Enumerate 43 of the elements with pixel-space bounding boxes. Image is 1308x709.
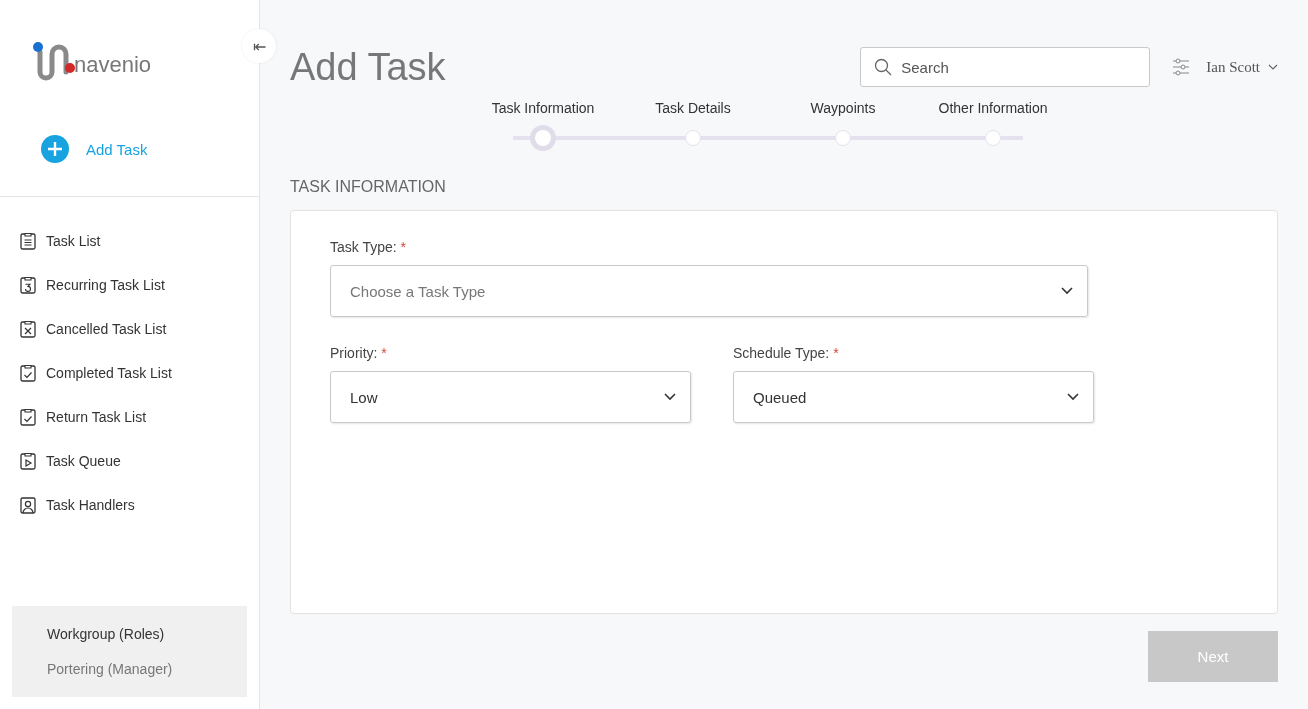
search-field[interactable]: Search — [860, 47, 1151, 87]
clipboard-icon — [20, 364, 36, 382]
task-type-dropdown[interactable]: Choose a Task Type — [330, 265, 1088, 317]
section-title: TASK INFORMATION — [290, 178, 447, 196]
chevron-down-icon — [664, 393, 676, 401]
chevron-down-icon — [1268, 64, 1278, 70]
user-menu[interactable]: Ian Scott — [1202, 54, 1278, 80]
step-dot[interactable] — [985, 130, 1001, 146]
sidebar-item[interactable]: Task List — [0, 219, 259, 263]
clipboard-icon — [20, 320, 36, 338]
sidebar-item[interactable]: Return Task List — [0, 395, 259, 439]
step-label: Other Information — [938, 100, 1048, 116]
step-dot[interactable] — [685, 130, 701, 146]
page-title: Add Task — [290, 46, 446, 88]
search-icon — [874, 58, 893, 76]
sidebar-item[interactable]: Cancelled Task List — [0, 307, 259, 351]
step-dot[interactable] — [530, 125, 556, 151]
workgroup-role: Portering (Manager) — [47, 661, 174, 677]
clipboard-icon — [20, 276, 36, 294]
step-label: Waypoints — [810, 100, 876, 116]
field-label: Priority: * — [330, 345, 388, 361]
clipboard-icon — [20, 408, 36, 426]
plus-icon — [40, 134, 70, 164]
logo-text: navenio — [74, 52, 152, 78]
step-dot[interactable] — [835, 130, 851, 146]
clipboard-icon — [20, 232, 36, 250]
clipboard-icon — [20, 452, 36, 470]
collapse-sidebar-button[interactable]: ⇤ — [242, 29, 276, 63]
dropdown[interactable]: Queued — [733, 371, 1094, 423]
field-label: Schedule Type: * — [733, 345, 840, 361]
field-label: Task Type: * — [330, 239, 407, 255]
step-label: Task Information — [491, 100, 595, 116]
settings-icon[interactable] — [1172, 58, 1191, 76]
chevron-down-icon — [1061, 287, 1073, 295]
sidebar-item[interactable]: Task Queue — [0, 439, 259, 483]
dropdown[interactable]: Low — [330, 371, 691, 423]
sidebar-item[interactable]: Task Handlers — [0, 483, 259, 527]
workgroup-title: Workgroup (Roles) — [47, 626, 166, 642]
sidebar-item[interactable]: Completed Task List — [0, 351, 259, 395]
person-icon — [20, 496, 36, 514]
sidebar-item[interactable]: Recurring Task List — [0, 263, 259, 307]
chevron-down-icon — [1067, 393, 1079, 401]
step-label: Task Details — [655, 100, 731, 116]
